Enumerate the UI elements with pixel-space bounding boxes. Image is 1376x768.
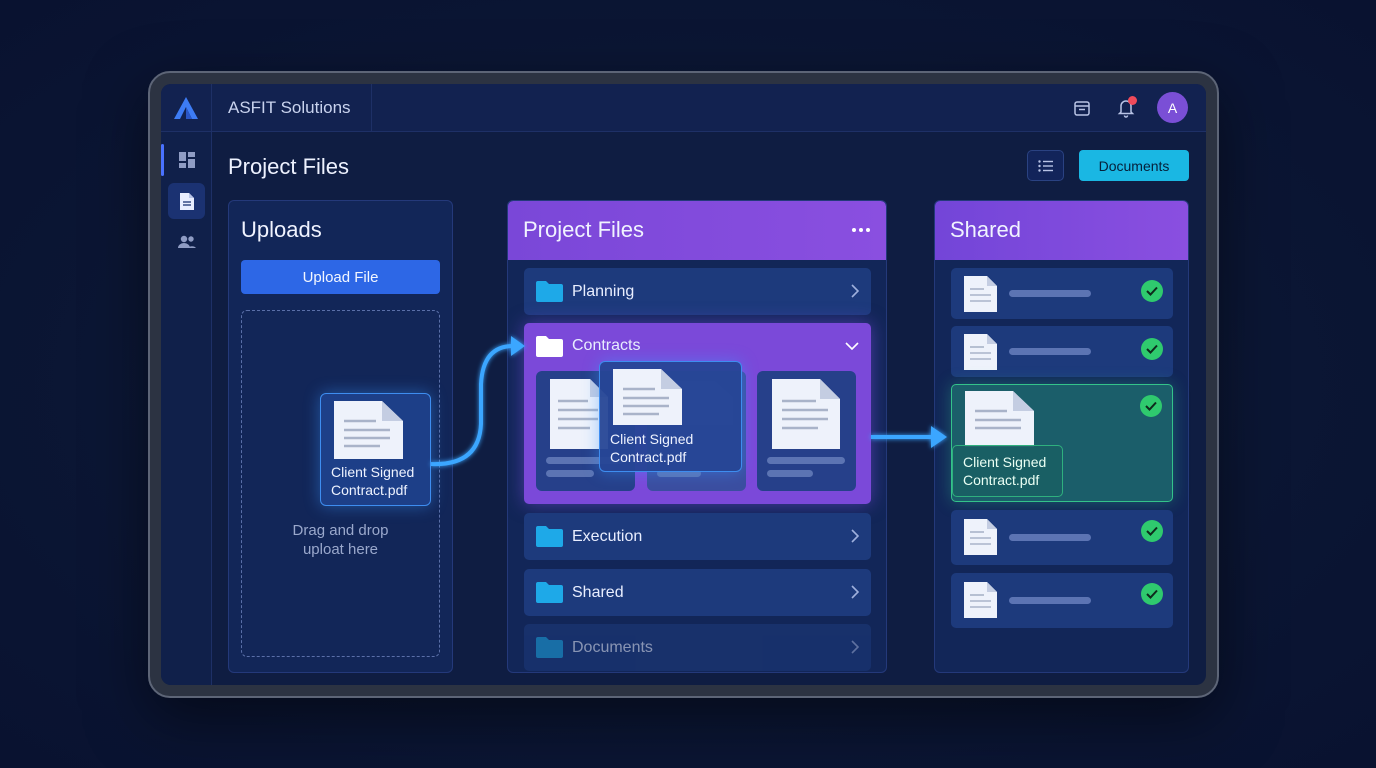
folder-icon (536, 281, 563, 302)
placeholder-bar (1009, 534, 1091, 541)
shared-header: Shared (935, 201, 1188, 260)
folder-label: Contracts (572, 337, 641, 354)
new-file-label: Client Signed Contract.pdf (952, 445, 1063, 497)
dragged-file-name-line2: Contract.pdf (331, 482, 408, 498)
upload-file-button[interactable]: Upload File (241, 260, 440, 294)
new-file-name-line2: Contract.pdf (963, 472, 1040, 488)
tablet-device: ASFIT Solutions A Project Files Document… (148, 71, 1219, 698)
drop-text-line2: uploat here (302, 541, 379, 558)
bell-icon[interactable] (1113, 93, 1139, 123)
placeholder-bar (767, 457, 845, 464)
users-icon (177, 235, 196, 248)
folder-label: Planning (572, 282, 635, 300)
document-icon (613, 369, 682, 425)
folder-icon (536, 582, 563, 603)
notification-dot (1128, 95, 1137, 105)
chevron-right-icon (851, 284, 859, 298)
shared-file-row[interactable] (951, 268, 1173, 319)
file-icon (179, 192, 194, 210)
check-icon (1141, 280, 1163, 302)
shared-file-row[interactable] (951, 326, 1173, 377)
document-icon (964, 519, 997, 555)
folder-row-documents[interactable]: Documents (524, 624, 871, 671)
list-view-button[interactable] (1027, 150, 1064, 181)
chevron-down-icon[interactable] (845, 342, 859, 350)
shared-file-row[interactable] (951, 573, 1173, 628)
placeholder-bar (767, 470, 813, 477)
shared-file-row-new[interactable]: Client Signed Contract.pdf (951, 384, 1173, 502)
top-bar: ASFIT Solutions A (161, 84, 1206, 132)
chevron-right-icon (851, 585, 859, 599)
folder-open-icon (536, 336, 563, 357)
folder-label: Shared (572, 583, 624, 601)
sidebar (161, 132, 212, 685)
dragging-file-name-line1: Client Signed (610, 431, 694, 447)
check-icon (1141, 338, 1163, 360)
folder-row-execution[interactable]: Execution (524, 513, 871, 560)
document-icon (772, 379, 840, 449)
folder-row-planning[interactable]: Planning (524, 268, 871, 315)
check-icon (1141, 520, 1163, 542)
shared-file-row[interactable] (951, 510, 1173, 565)
more-options-icon[interactable] (850, 221, 872, 239)
folder-icon (536, 637, 563, 658)
folder-row-shared[interactable]: Shared (524, 569, 871, 616)
drop-text-line1: Drag and drop (292, 522, 389, 539)
avatar[interactable]: A (1157, 92, 1188, 123)
sidebar-item-files[interactable] (168, 183, 205, 219)
chevron-right-icon (851, 640, 859, 654)
contract-file-tile[interactable] (757, 371, 856, 491)
dragging-file-card[interactable]: Client Signed Contract.pdf (599, 361, 742, 472)
chevron-right-icon (851, 529, 859, 543)
placeholder-bar (1009, 597, 1091, 604)
document-icon (964, 582, 997, 618)
document-icon (965, 391, 1034, 447)
uploads-title: Uploads (241, 217, 322, 242)
list-icon (1037, 159, 1053, 172)
documents-button[interactable]: Documents (1079, 150, 1189, 181)
document-icon (964, 276, 997, 312)
dashboard-icon (178, 152, 195, 168)
folder-label: Documents (572, 638, 653, 656)
placeholder-bar (546, 470, 594, 477)
calendar-icon[interactable] (1069, 93, 1095, 123)
project-files-header: Project Files (508, 201, 886, 260)
check-icon (1141, 583, 1163, 605)
placeholder-bar (1009, 348, 1091, 355)
new-file-name-line1: Client Signed (963, 454, 1047, 470)
dragged-file-name-line1: Client Signed (331, 464, 415, 480)
placeholder-bar (1009, 290, 1091, 297)
document-icon (964, 334, 997, 370)
sidebar-item-team[interactable] (168, 224, 205, 260)
shared-panel: Shared Client Signed Contract.pdf (934, 200, 1189, 673)
app-screen: ASFIT Solutions A Project Files Document… (161, 84, 1206, 685)
shared-title: Shared (950, 217, 1021, 242)
check-icon (1140, 395, 1162, 417)
dragging-file-name-line2: Contract.pdf (610, 449, 687, 465)
folder-icon (536, 526, 563, 547)
sidebar-item-dashboard[interactable] (168, 142, 205, 178)
brand-name: ASFIT Solutions (212, 84, 372, 132)
project-files-title: Project Files (523, 217, 645, 242)
document-icon (334, 401, 403, 459)
page-title: Project Files (228, 154, 350, 179)
active-nav-marker (161, 144, 164, 176)
dragged-file-card[interactable]: Client Signed Contract.pdf (320, 393, 431, 506)
app-logo-icon[interactable] (161, 84, 212, 132)
folder-label: Execution (572, 527, 643, 545)
